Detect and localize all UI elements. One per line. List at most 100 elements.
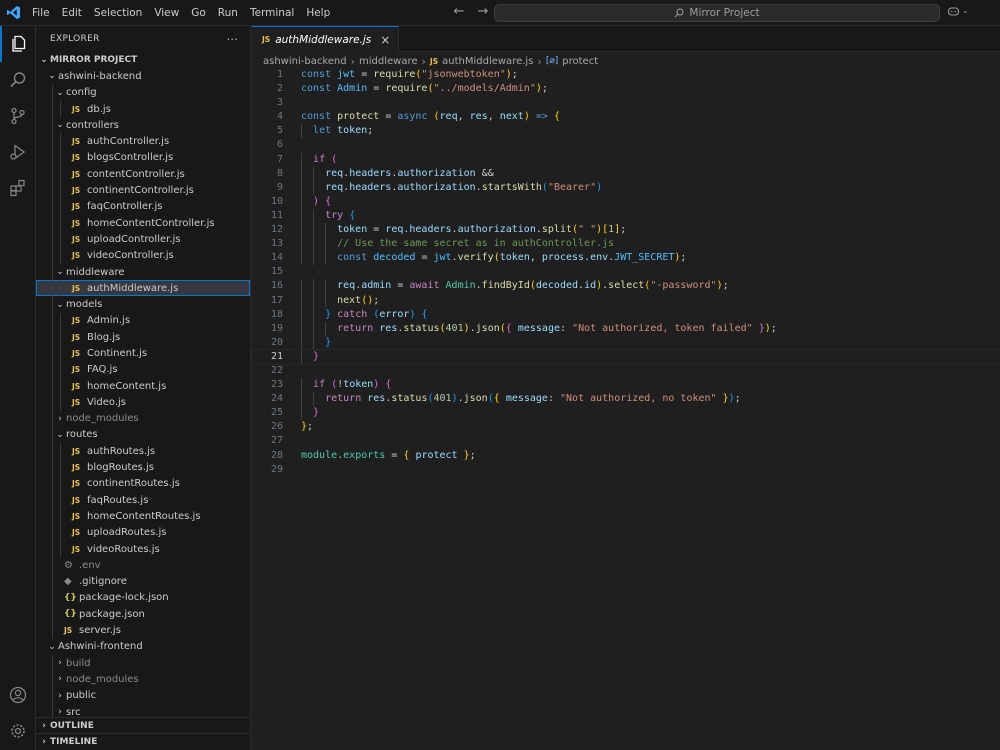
tree-folder[interactable]: ⌄ routes bbox=[36, 426, 250, 444]
tree-folder[interactable]: ⌄ controllers bbox=[36, 117, 250, 134]
indent-guide bbox=[313, 208, 314, 224]
search-activity-button[interactable] bbox=[0, 62, 36, 98]
breadcrumb-symbol[interactable]: protect bbox=[562, 56, 598, 67]
tree-file[interactable]: JS Admin.js bbox=[36, 312, 250, 330]
code-line: 2 const Admin = require("../models/Admin"… bbox=[252, 82, 1000, 96]
run-debug-activity-button[interactable] bbox=[0, 134, 36, 170]
code-line: 12 token = req.headers.authorization.spl… bbox=[252, 223, 1000, 238]
extensions-activity-button[interactable] bbox=[0, 170, 36, 206]
tree-file[interactable]: JS server.js bbox=[36, 622, 250, 639]
tree-file[interactable]: JS homeContentRoutes.js bbox=[36, 508, 250, 525]
indent-guide bbox=[52, 475, 53, 493]
tree-file[interactable]: JS blogsController.js bbox=[36, 149, 250, 167]
indent-guide bbox=[60, 329, 61, 346]
indent-guide bbox=[52, 231, 53, 248]
tree-file[interactable]: JS continentController.js bbox=[36, 182, 250, 199]
tree-file[interactable]: ◆ .gitignore bbox=[36, 573, 250, 590]
menu-selection[interactable]: Selection bbox=[88, 0, 148, 26]
indent-guide bbox=[52, 117, 53, 134]
tree-file[interactable]: JS db.js bbox=[36, 100, 250, 118]
code-text: const jwt = require("jsonwebtoken"); bbox=[301, 69, 518, 80]
close-icon[interactable]: × bbox=[380, 33, 390, 47]
tree-item-label: homeContent.js bbox=[87, 380, 167, 392]
tree-file[interactable]: {} package-lock.json bbox=[36, 589, 250, 607]
menu-view[interactable]: View bbox=[148, 0, 185, 26]
indent-guide bbox=[313, 223, 314, 238]
breadcrumb-file[interactable]: authMiddleware.js bbox=[442, 56, 533, 67]
code-text: const Admin = require("../models/Admin")… bbox=[301, 83, 548, 95]
line-number: 11 bbox=[270, 209, 283, 221]
tree-file[interactable]: JS FAQ.js bbox=[36, 361, 250, 378]
tree-file[interactable]: JS videoController.js bbox=[36, 247, 250, 264]
tree-file[interactable]: JS contentController.js bbox=[36, 166, 250, 183]
tree-file[interactable]: JS authController.js bbox=[36, 133, 250, 150]
indent-guide bbox=[301, 124, 302, 139]
menu-run[interactable]: Run bbox=[212, 0, 244, 26]
line-number: 4 bbox=[276, 111, 283, 123]
tree-file[interactable]: JS faqRoutes.js bbox=[36, 492, 250, 509]
menu-edit[interactable]: Edit bbox=[56, 0, 88, 26]
tree-file[interactable]: JS authMiddleware.js bbox=[36, 280, 250, 297]
timeline-section-header[interactable]: › TIMELINE bbox=[36, 733, 250, 750]
more-actions-button[interactable]: ··· bbox=[227, 33, 238, 46]
code-editor[interactable]: 1 const jwt = require("jsonwebtoken"); 2 c… bbox=[251, 68, 1000, 477]
line-number: 19 bbox=[270, 322, 283, 334]
chevron-right-icon: › bbox=[58, 658, 62, 669]
tree-file[interactable]: JS Continent.js bbox=[36, 345, 250, 362]
indent-guide bbox=[52, 508, 53, 525]
forward-arrow-icon[interactable]: → bbox=[476, 4, 490, 19]
indent-guide bbox=[52, 394, 53, 411]
outline-section-header[interactable]: › OUTLINE bbox=[36, 717, 250, 734]
tree-file[interactable]: ⚙ .env bbox=[36, 557, 250, 574]
menu-terminal[interactable]: Terminal bbox=[244, 0, 300, 26]
tree-file[interactable]: JS faqController.js bbox=[36, 198, 250, 215]
tree-item-label: src bbox=[66, 706, 81, 718]
indent-guide bbox=[301, 406, 302, 421]
tree-file[interactable]: JS videoRoutes.js bbox=[36, 540, 250, 558]
tree-file[interactable]: JS homeContentController.js bbox=[36, 214, 250, 232]
indent-guide bbox=[60, 540, 61, 558]
line-number: 26 bbox=[270, 421, 283, 433]
tree-folder[interactable]: › build bbox=[36, 654, 250, 672]
breadcrumb-folder[interactable]: middleware bbox=[359, 56, 418, 67]
indent-guide bbox=[52, 166, 53, 183]
tree-file[interactable]: {} package.json bbox=[36, 606, 250, 623]
manage-activity-button[interactable] bbox=[0, 713, 36, 749]
explorer-activity-button[interactable] bbox=[0, 26, 36, 62]
tree-item-label: public bbox=[66, 690, 97, 702]
tree-folder[interactable]: ⌄ Ashwini-frontend bbox=[36, 639, 250, 655]
tree-file[interactable]: JS authRoutes.js bbox=[36, 443, 250, 460]
tree-folder[interactable]: ⌄ middleware bbox=[36, 263, 250, 281]
tree-file[interactable]: JS Video.js bbox=[36, 394, 250, 411]
tree-file[interactable]: JS blogRoutes.js bbox=[36, 459, 250, 476]
tree-file[interactable]: JS uploadController.js bbox=[36, 231, 250, 248]
tree-folder[interactable]: › public bbox=[36, 687, 250, 704]
menu-file[interactable]: File bbox=[26, 0, 56, 26]
indent-guide bbox=[325, 237, 326, 252]
code-text: } bbox=[313, 350, 320, 362]
breadcrumb-folder[interactable]: ashwini-backend bbox=[263, 56, 347, 67]
tree-item-label: videoController.js bbox=[87, 250, 174, 262]
tree-folder[interactable]: › node_modules bbox=[36, 410, 250, 427]
tree-folder[interactable]: ⌄ config bbox=[36, 84, 250, 101]
js-file-icon: JS bbox=[72, 397, 81, 407]
indent-guide bbox=[301, 223, 302, 238]
tree-folder[interactable]: ⌄ models bbox=[36, 296, 250, 313]
tree-folder[interactable]: ⌄ ashwini-backend bbox=[36, 68, 250, 84]
tree-file[interactable]: JS continentRoutes.js bbox=[36, 475, 250, 493]
tree-file[interactable]: JS Blog.js bbox=[36, 329, 250, 346]
copilot-menu-button[interactable]: ⌄ bbox=[947, 6, 969, 18]
indent-guide bbox=[52, 296, 53, 313]
tree-folder[interactable]: › node_modules bbox=[36, 671, 250, 688]
back-arrow-icon[interactable]: ← bbox=[452, 4, 466, 19]
tree-item-label: authController.js bbox=[87, 136, 170, 148]
accounts-activity-button[interactable] bbox=[0, 677, 36, 713]
menu-help[interactable]: Help bbox=[300, 0, 336, 26]
tree-file[interactable]: JS homeContent.js bbox=[36, 377, 250, 395]
source-control-activity-button[interactable] bbox=[0, 98, 36, 134]
tree-file[interactable]: JS uploadRoutes.js bbox=[36, 524, 250, 541]
menu-go[interactable]: Go bbox=[185, 0, 212, 26]
workspace-root[interactable]: ⌄ MIRROR PROJECT bbox=[36, 52, 250, 68]
editor-tab-authmiddleware[interactable]: JS authMiddleware.js × bbox=[252, 26, 400, 52]
command-center-search[interactable]: Mirror Project bbox=[494, 4, 940, 22]
